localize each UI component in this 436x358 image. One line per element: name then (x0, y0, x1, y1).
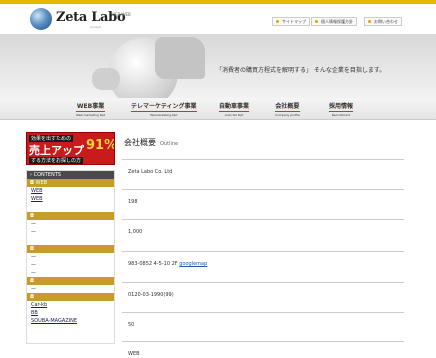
sidebar: 効果を出すための 売上アップ 91% する方法をお探しの方 › CONTENTS… (26, 132, 115, 358)
header-tagline: WEB/WEB (111, 12, 131, 17)
founded-row: 198 (122, 189, 404, 205)
banner-tagline: 「消費者の購買方程式を解明する」 そんな企業を目指します。 (216, 67, 386, 74)
nav-automotive[interactable]: 自動車事業 Auto biz Dpt (219, 101, 250, 117)
promo-banner[interactable]: 効果を出すための 売上アップ 91% する方法をお探しの方 (26, 132, 115, 165)
sitemap-link[interactable]: サイトマップ (272, 17, 310, 26)
nav-recruit[interactable]: 採用情報 Recruitment (329, 101, 354, 117)
contents-title: › CONTENTS (27, 171, 114, 179)
section-head-web: ◘ WEB (27, 179, 114, 187)
puzzle-piece-image (92, 68, 120, 90)
employees-row: 50 (122, 312, 404, 328)
site-header: Zeta Labo Consult WEB/WEB サイトマップ 個人情報保護方… (0, 4, 436, 34)
capital-row: 1,000 (122, 219, 404, 235)
company-name-row: Zeta Labo Co. Ltd (122, 159, 404, 175)
nav-web[interactable]: WEB事業 Web marketing Dpt (76, 101, 106, 117)
business-row: WEB (122, 341, 404, 357)
section-head: ◘ (27, 212, 114, 220)
hero-banner: 「消費者の購買方程式を解明する」 そんな企業を目指します。 (0, 34, 436, 98)
sidebar-link-car-kb[interactable]: Car-kb (27, 301, 114, 309)
global-nav: WEB事業 Web marketing Dpt テレマーケティング事業 Tele… (0, 98, 436, 120)
logo-subtitle: Consult (90, 25, 102, 29)
sidebar-link[interactable]: — (27, 285, 114, 293)
bullet-icon (276, 20, 279, 23)
page-title: 会社概要 Outline (124, 138, 179, 147)
phone-row: 0120-03-1990(99) (122, 282, 404, 298)
logo-globe-icon[interactable] (30, 8, 52, 30)
contents-menu: › CONTENTS ◘ WEB WEB WEB ◘ — — ◘ — — — ◘… (26, 170, 115, 344)
privacy-policy-link[interactable]: 個人情報保護方針 (311, 17, 357, 26)
sidebar-link[interactable]: — (27, 228, 114, 236)
sidebar-link[interactable]: WEB (27, 187, 114, 195)
nav-company[interactable]: 会社概要 Company profile (275, 101, 300, 117)
sidebar-link[interactable]: WEB (27, 195, 114, 203)
contact-link[interactable]: お問い合わせ (364, 17, 402, 26)
bullet-icon (315, 20, 318, 23)
bullet-icon (368, 20, 371, 23)
sidebar-link-souba-magazine[interactable]: SOUBA-MAGAZINE (27, 317, 114, 325)
sidebar-link-bb[interactable]: BB (27, 309, 114, 317)
sidebar-link[interactable]: — (27, 269, 114, 277)
address-row: 983-0852 4-5-10 2F googlemap (122, 251, 404, 267)
puzzle-piece-image (155, 37, 205, 79)
section-head: ◘ (27, 277, 114, 285)
main-content: 会社概要 Outline Zeta Labo Co. Ltd 198 1,000 … (122, 132, 404, 358)
sidebar-link[interactable]: — (27, 253, 114, 261)
sidebar-link[interactable]: — (27, 220, 114, 228)
sidebar-link[interactable]: — (27, 261, 114, 269)
section-head: ◘ (27, 245, 114, 253)
nav-telemarketing[interactable]: テレマーケティング事業 Telemarketing Dpt (131, 101, 197, 117)
googlemap-link[interactable]: googlemap (179, 261, 207, 267)
section-head: ◘ (27, 293, 114, 301)
